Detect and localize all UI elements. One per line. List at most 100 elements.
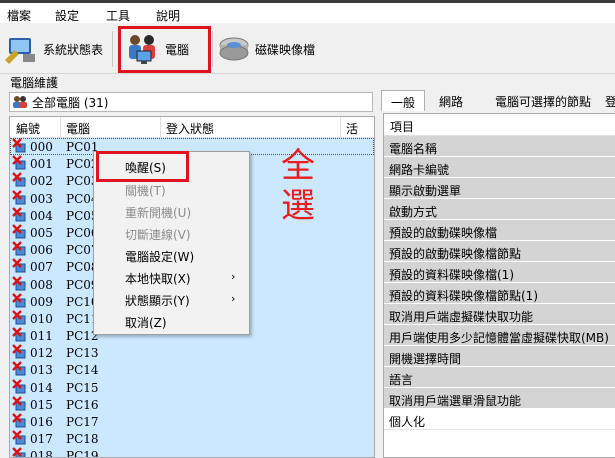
property-tabs: 一般 網路 電腦可選擇的節點 登 [381,90,615,112]
row-number: 001 [30,157,53,172]
menu-item-local-snapshot[interactable]: 本地快取(X) [125,270,191,287]
highlight-box-wake [96,151,189,182]
table-row[interactable]: 012 PC13 [10,344,374,362]
table-row[interactable]: 015 PC16 [10,395,374,413]
toolbar-separator [212,31,213,67]
row-number: 005 [30,225,53,240]
property-row[interactable]: 用戶端使用多少記憶體當虛擬碟快取(MB) [384,325,615,346]
menu-item-disconnect[interactable]: 切斷連線(V) [125,226,191,243]
offline-computer-icon [12,327,26,342]
offline-computer-icon [12,258,26,273]
property-row[interactable]: 顯示啟動選單 [384,178,615,199]
menu-item-status-display[interactable]: 狀態顯示(Y) [125,292,190,309]
system-status-button[interactable]: 系統狀態表 [5,27,103,71]
col-divider[interactable] [60,117,61,137]
system-status-label: 系統狀態表 [43,42,104,57]
offline-computer-icon [12,395,26,411]
row-number: 007 [30,260,53,275]
menu-item-shutdown[interactable]: 關機(T) [125,182,166,199]
property-row[interactable]: 預設的啟動碟映像檔節點 [384,241,615,262]
offline-computer-icon [12,292,26,308]
section-title: 電腦維護 [10,76,59,90]
menu-item-cancel[interactable]: 取消(Z) [125,314,167,331]
row-number: 008 [30,277,53,292]
row-number: 017 [30,432,53,447]
offline-computer-icon [12,310,26,325]
row-number: 010 [30,311,53,326]
row-number: 002 [30,174,53,189]
offline-computer-icon [12,172,26,187]
toolbar-separator [112,31,113,67]
menu-settings[interactable]: 設定 [55,7,79,24]
row-number: 011 [30,329,53,344]
row-number: 016 [30,415,53,429]
menu-item-restart[interactable]: 重新開機(U) [125,204,191,221]
col-header-active[interactable]: 活 [346,120,358,137]
row-number: 015 [30,397,53,412]
table-row[interactable]: 016 PC17 [10,413,374,431]
property-row[interactable]: 網路卡編號 [384,157,615,178]
tab-general[interactable]: 一般 [381,90,425,111]
submenu-arrow-icon: › [231,270,236,283]
row-computer-name: PC19 [66,449,99,458]
offline-computer-icon [12,447,26,457]
offline-computer-icon [12,275,26,290]
property-grid: 項目 電腦名稱 網路卡編號 顯示啟動選單 啟動方式 預設的啟動碟映像檔 預設的啟動碟映像檔… [383,113,615,458]
row-number: 003 [30,191,53,206]
offline-computer-icon [12,344,26,359]
table-row[interactable]: 014 PC15 [10,378,374,396]
row-computer-name: PC13 [66,346,99,361]
offline-computer-icon [12,430,26,445]
row-number: 009 [30,294,53,309]
table-row[interactable]: 013 PC14 [10,361,374,379]
property-row[interactable]: 預設的資料碟映像檔節點(1) [384,283,615,304]
disk-image-button[interactable]: 磁碟映像檔 [217,27,315,71]
property-row[interactable]: 電腦名稱 [384,136,615,157]
row-computer-name: PC15 [66,380,99,395]
offline-computer-icon [12,413,26,428]
menu-help[interactable]: 說明 [156,7,180,24]
col-divider[interactable] [160,117,161,137]
col-header-computer[interactable]: 電腦 [66,120,90,137]
row-computer-name: PC16 [66,397,99,412]
property-row[interactable]: 取消用戶端虛擬碟快取功能 [384,304,615,325]
row-computer-name: PC17 [66,415,99,429]
table-row[interactable]: 017 PC18 [10,430,374,448]
property-row[interactable]: 取消用戶端選單滑鼠功能 [384,388,615,409]
offline-computer-icon [12,224,26,239]
property-row[interactable]: 預設的啟動碟映像檔 [384,220,615,241]
offline-computer-icon [12,378,26,394]
property-row[interactable]: 啟動方式 [384,199,615,220]
row-number: 012 [30,346,53,361]
menu-item-pc-settings[interactable]: 電腦設定(W) [125,248,194,265]
property-header: 項目 [384,114,615,136]
col-divider[interactable] [340,117,341,137]
offline-computer-icon [12,189,26,205]
property-row[interactable]: 開機選擇時間 [384,346,615,367]
row-number: 018 [30,449,53,458]
table-row[interactable]: 018 PC19 [10,447,374,458]
col-header-num[interactable]: 編號 [16,120,40,137]
tab-login[interactable]: 登 [605,90,615,111]
disk-drive-icon [219,37,249,61]
menu-file[interactable]: 檔案 [7,7,31,24]
tab-network[interactable]: 網路 [429,90,473,111]
menu-bar: 檔案 設定 工具 說明 [0,3,615,23]
menu-tools[interactable]: 工具 [106,7,130,24]
group-select-value: 全部電腦 (31) [32,95,109,110]
property-header-label: 項目 [390,120,415,134]
row-number: 004 [30,208,53,223]
offline-computer-icon [12,361,26,376]
property-row[interactable]: 預設的資料碟映像檔(1) [384,262,615,283]
col-header-login-status[interactable]: 登入狀態 [166,120,214,137]
offline-computer-icon [12,155,26,170]
tab-selectable-nodes[interactable]: 電腦可選擇的節點 [484,90,602,111]
select-all-annotation: 全選 [281,146,315,226]
property-row[interactable]: 語言 [384,367,615,388]
offline-computer-icon [12,138,26,153]
group-select[interactable]: 全部電腦 (31) [9,92,373,112]
property-row[interactable]: 個人化 [384,409,615,430]
row-number: 000 [30,140,53,154]
disk-image-label: 磁碟映像檔 [255,42,316,57]
row-number: 006 [30,243,53,258]
